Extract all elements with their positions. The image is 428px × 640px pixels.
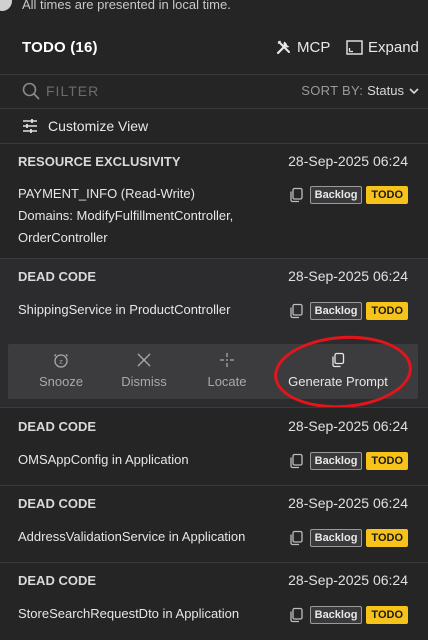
item-description: OMSAppConfig in Application: [18, 449, 189, 471]
chevron-down-icon: [409, 87, 419, 94]
description-line: AddressValidationService in Application: [18, 529, 246, 544]
item-description: AddressValidationService in Application: [18, 526, 245, 548]
item-date: 28-Sep-2025 06:24: [288, 572, 408, 588]
close-icon[interactable]: [0, 0, 12, 11]
filter-bar: SORT BY: Status: [0, 75, 428, 108]
status-badge[interactable]: TODO: [366, 606, 408, 624]
generate-prompt-label: Generate Prompt: [288, 374, 388, 389]
tools-icon: [276, 40, 290, 55]
description-line: OMSAppConfig in Application: [18, 452, 189, 467]
status-badge[interactable]: TODO: [366, 186, 408, 204]
dismiss-label: Dismiss: [121, 374, 167, 389]
close-icon: [137, 353, 151, 367]
customize-view-button[interactable]: Customize View: [0, 109, 428, 143]
item-tags: Backlog TODO: [288, 452, 408, 470]
status-badge[interactable]: TODO: [366, 302, 408, 320]
item-type: DEAD CODE: [18, 269, 97, 284]
locate-label: Locate: [207, 374, 247, 389]
sliders-icon: [23, 119, 37, 133]
backlog-tag[interactable]: Backlog: [309, 529, 363, 547]
item-date: 28-Sep-2025 06:24: [288, 418, 408, 434]
description-line: OrderController: [18, 230, 108, 245]
snooze-label: Snooze: [38, 374, 84, 389]
copy-icon: [332, 352, 345, 368]
dismiss-button[interactable]: Dismiss: [118, 344, 170, 399]
crosshair-icon: [220, 353, 234, 367]
snooze-icon: z: [54, 354, 68, 368]
backlog-tag[interactable]: Backlog: [309, 606, 363, 624]
description-line: PAYMENT_INFO (Read-Write): [18, 186, 195, 201]
copy-icon[interactable]: [288, 453, 304, 469]
sort-label: SORT BY:: [301, 83, 364, 98]
todo-panel: All times are presented in local time. T…: [0, 0, 428, 640]
copy-icon[interactable]: [288, 187, 304, 203]
copy-icon[interactable]: [288, 303, 304, 319]
local-time-notice: All times are presented in local time.: [0, 0, 428, 14]
item-description: PAYMENT_INFO (Read-Write) Domains: Modif…: [18, 183, 233, 249]
backlog-tag[interactable]: Backlog: [309, 452, 363, 470]
filter-input[interactable]: [46, 81, 246, 101]
item-date: 28-Sep-2025 06:24: [288, 495, 408, 511]
snooze-button[interactable]: z Snooze: [36, 344, 86, 399]
item-tags: Backlog TODO: [288, 302, 408, 320]
todo-item[interactable]: DEAD CODE 28-Sep-2025 06:24 AddressValid…: [0, 486, 428, 562]
status-badge[interactable]: TODO: [366, 452, 408, 470]
locate-button[interactable]: Locate: [202, 344, 252, 399]
svg-text:z: z: [59, 358, 63, 366]
copy-icon[interactable]: [288, 530, 304, 546]
todo-item[interactable]: DEAD CODE 28-Sep-2025 06:24 StoreSearchR…: [0, 563, 428, 640]
item-type: DEAD CODE: [18, 573, 97, 588]
sort-value: Status: [367, 83, 404, 98]
expand-icon: [346, 39, 363, 55]
item-description: ShippingService in ProductController: [18, 299, 230, 321]
item-description: StoreSearchRequestDto in Application: [18, 603, 239, 625]
item-action-bar: z Snooze Dismiss Locate Generate Prompt: [8, 344, 418, 399]
panel-title: TODO (16): [22, 38, 98, 56]
backlog-tag[interactable]: Backlog: [309, 186, 363, 204]
notice-text: All times are presented in local time.: [22, 0, 231, 12]
description-line: StoreSearchRequestDto in Application: [18, 606, 240, 621]
mcp-label: MCP: [297, 38, 331, 56]
item-type: RESOURCE EXCLUSIVITY: [18, 154, 181, 169]
todo-item[interactable]: RESOURCE EXCLUSIVITY 28-Sep-2025 06:24 P…: [0, 144, 428, 258]
item-type: DEAD CODE: [18, 419, 97, 434]
generate-prompt-button[interactable]: Generate Prompt: [284, 344, 392, 399]
item-date: 28-Sep-2025 06:24: [288, 153, 408, 169]
description-line: Domains: ModifyFulfillmentController,: [18, 208, 234, 223]
description-line: ShippingService in ProductController: [18, 302, 231, 317]
backlog-tag[interactable]: Backlog: [309, 302, 363, 320]
mcp-button[interactable]: MCP: [276, 39, 330, 56]
item-tags: Backlog TODO: [288, 529, 408, 547]
copy-icon[interactable]: [288, 607, 304, 623]
search-icon: [22, 82, 40, 100]
item-type: DEAD CODE: [18, 496, 97, 511]
item-tags: Backlog TODO: [288, 186, 408, 204]
panel-header: TODO (16) MCP Expand: [0, 22, 428, 72]
status-badge[interactable]: TODO: [366, 529, 408, 547]
todo-item[interactable]: DEAD CODE 28-Sep-2025 06:24 OMSAppConfig…: [0, 408, 428, 485]
customize-view-label: Customize View: [48, 118, 149, 134]
expand-label: Expand: [368, 38, 419, 56]
item-date: 28-Sep-2025 06:24: [288, 268, 408, 284]
item-tags: Backlog TODO: [288, 606, 408, 624]
sort-dropdown[interactable]: SORT BY: Status: [301, 83, 420, 98]
expand-button[interactable]: Expand: [346, 39, 419, 56]
